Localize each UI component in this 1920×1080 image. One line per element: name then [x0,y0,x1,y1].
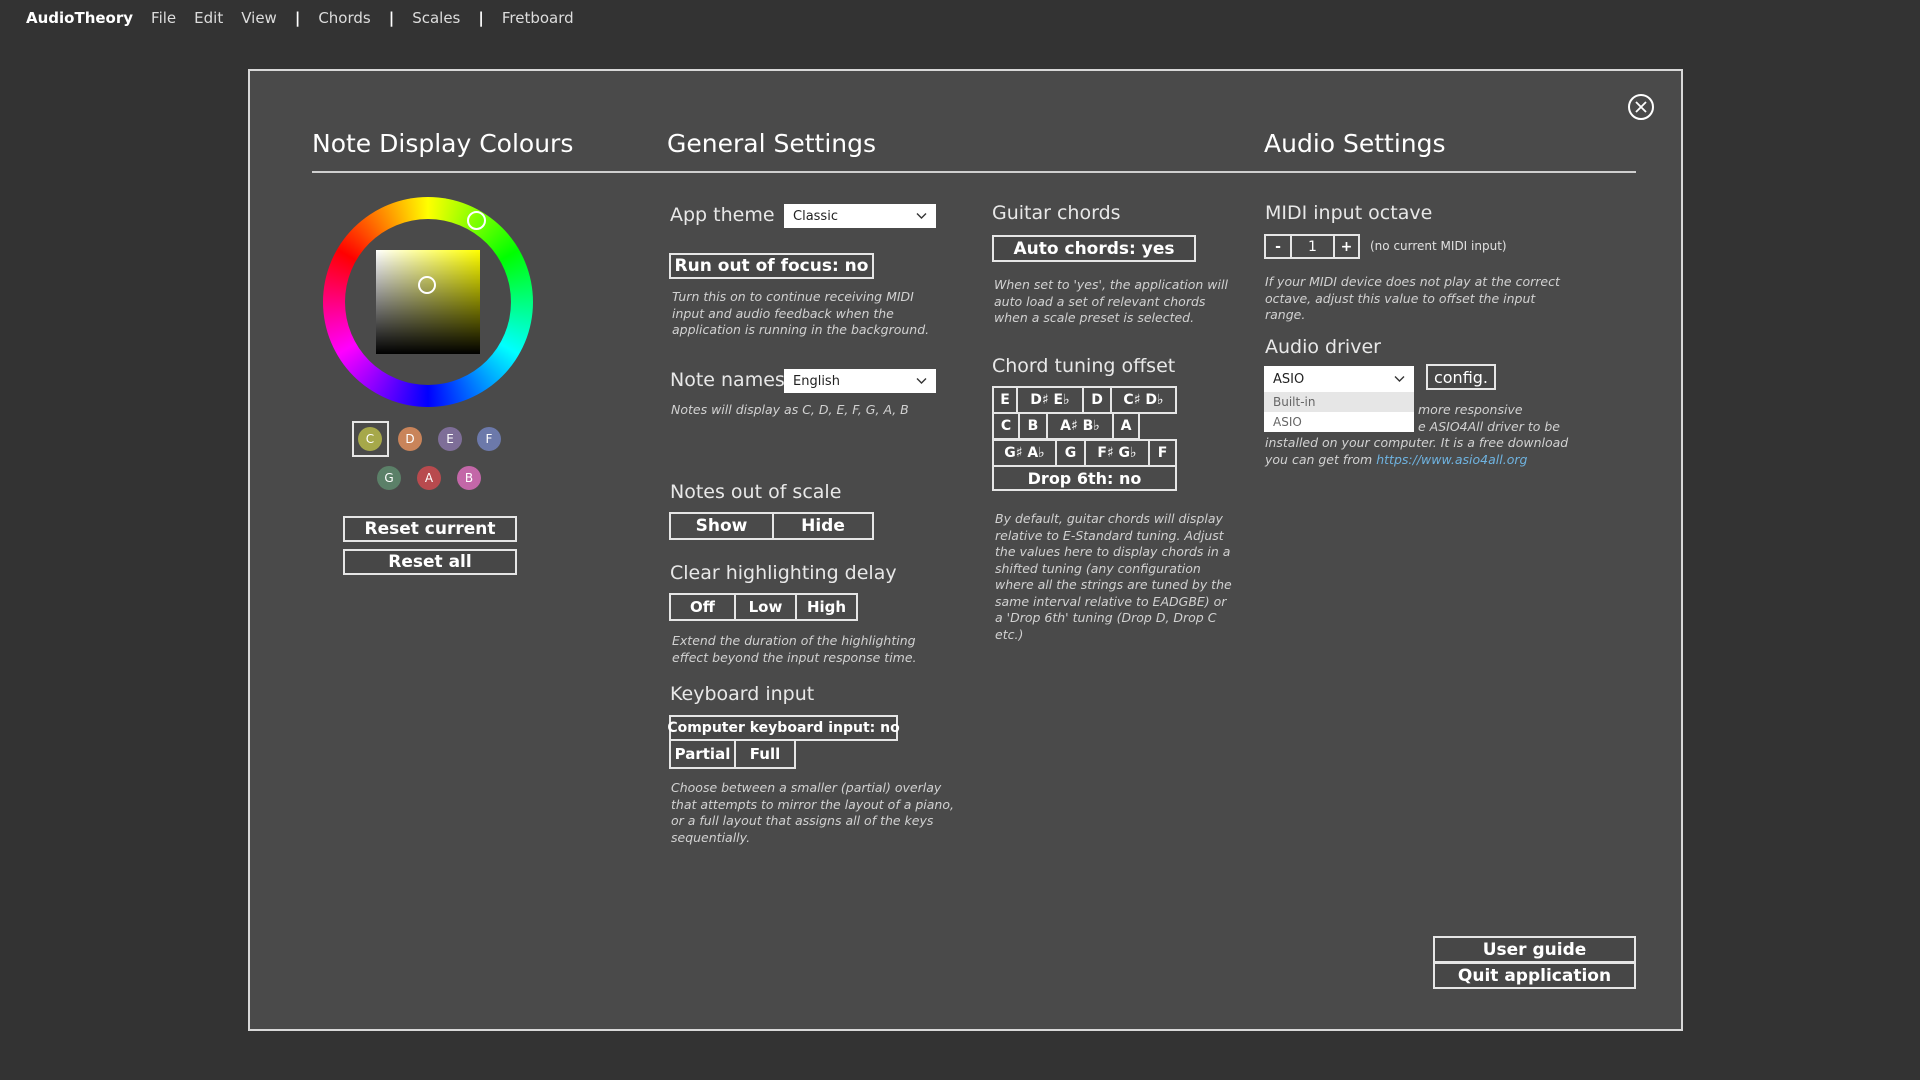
auto-chords-description: When set to 'yes', the application will … [994,277,1228,325]
menu-fretboard[interactable]: Fretboard [502,9,574,27]
tuning-f-sharp[interactable]: F♯ G♭ [1084,439,1150,467]
delay-off-option[interactable]: Off [671,595,734,619]
auto-chords-toggle[interactable]: Auto chords: yes [992,235,1196,262]
note-names-select[interactable]: English [784,369,936,393]
audio-driver-value: ASIO [1273,371,1305,387]
partial-option[interactable]: Partial [671,741,734,767]
chevron-down-icon [916,213,927,219]
tuning-c[interactable]: C [992,412,1020,440]
tuning-g[interactable]: G [1055,439,1086,467]
midi-octave-label: MIDI input octave [1265,202,1433,224]
show-option[interactable]: Show [671,514,772,538]
driver-option-asio[interactable]: ASIO [1264,412,1414,432]
clear-delay-description: Extend the duration of the highlighting … [672,633,917,665]
tuning-f[interactable]: F [1148,439,1177,467]
swatch-c[interactable]: C [358,427,382,451]
tuning-c-sharp[interactable]: C♯ D♭ [1110,386,1177,414]
menu-bar: AudioTheory File Edit View | Chords | Sc… [0,0,1920,36]
octave-decrement-button[interactable]: - [1266,236,1290,257]
tuning-d[interactable]: D [1082,386,1112,414]
menu-chords[interactable]: Chords [318,9,370,27]
app-theme-select[interactable]: Classic [784,204,936,228]
keyboard-layout-toggle: Partial Full [669,741,796,769]
run-out-of-focus-description: Turn this on to continue receiving MIDI … [672,289,930,337]
tuning-g-sharp[interactable]: G♯ A♭ [992,439,1057,467]
delay-high-option[interactable]: High [795,595,856,619]
octave-increment-button[interactable]: + [1333,236,1358,257]
run-out-of-focus-toggle[interactable]: Run out of focus: no [669,253,874,279]
audio-settings-title: Audio Settings [1264,129,1446,158]
audio-driver-dropdown: Built-in ASIO [1264,392,1414,432]
audio-driver-label: Audio driver [1265,336,1381,358]
driver-option-builtin[interactable]: Built-in [1264,392,1414,412]
menu-view[interactable]: View [241,9,277,27]
quit-application-button[interactable]: Quit application [1433,962,1636,989]
hide-option[interactable]: Hide [772,514,872,538]
chord-tuning-description: By default, guitar chords will display r… [995,511,1232,642]
swatch-e[interactable]: E [438,427,462,451]
menu-scales[interactable]: Scales [412,9,460,27]
drop-6th-toggle[interactable]: Drop 6th: no [992,465,1177,491]
asio4all-link[interactable]: https://www.asio4all.org [1376,452,1527,467]
clear-delay-label: Clear highlighting delay [670,562,897,584]
chevron-down-icon [916,378,927,384]
chord-tuning-label: Chord tuning offset [992,355,1176,377]
tuning-a-sharp[interactable]: A♯ B♭ [1046,412,1114,440]
keyboard-input-label: Keyboard input [670,683,815,705]
note-names-value: English [793,373,840,389]
full-option[interactable]: Full [734,741,794,767]
swatch-d[interactable]: D [398,427,422,451]
config-button[interactable]: config. [1426,364,1496,390]
audio-driver-select[interactable]: ASIO [1264,366,1414,392]
header-divider [312,171,1636,173]
driver-desc-prefix: you can get from [1265,451,1377,467]
menu-file[interactable]: File [151,9,176,27]
reset-current-button[interactable]: Reset current [343,516,517,542]
chevron-down-icon [1394,376,1405,382]
swatch-f[interactable]: F [477,427,501,451]
general-settings-title: General Settings [667,129,877,158]
octave-value: 1 [1290,236,1333,257]
menu-separator: | [388,9,395,27]
tuning-b[interactable]: B [1018,412,1048,440]
driver-desc-line: installed on your computer. It is a free… [1265,435,1569,450]
app-theme-value: Classic [793,208,838,224]
app-brand: AudioTheory [26,9,134,27]
midi-octave-stepper: - 1 + [1264,234,1360,259]
note-names-description: Notes will display as C, D, E, F, G, A, … [671,402,909,417]
swatch-a[interactable]: A [417,466,441,490]
hue-handle[interactable] [467,211,486,230]
reset-all-button[interactable]: Reset all [343,549,517,575]
driver-desc-line: you can get from https://www.asio4all.or… [1265,452,1575,469]
menu-separator: | [478,9,484,27]
midi-status: (no current MIDI input) [1370,239,1507,253]
swatch-b[interactable]: B [457,466,481,490]
note-colours-title: Note Display Colours [312,129,574,158]
guitar-chords-label: Guitar chords [992,202,1121,224]
tuning-a[interactable]: A [1112,412,1140,440]
tuning-e[interactable]: E [992,386,1018,414]
clear-delay-toggle: Off Low High [669,593,858,621]
keyboard-input-description: Choose between a smaller (partial) overl… [671,780,954,845]
notes-out-of-scale-label: Notes out of scale [670,481,842,503]
color-handle[interactable] [418,276,436,294]
notes-out-of-scale-toggle: Show Hide [669,512,874,540]
delay-low-option[interactable]: Low [734,595,795,619]
close-button[interactable] [1628,94,1654,120]
menu-separator: | [294,9,301,27]
menu-edit[interactable]: Edit [194,9,223,27]
close-icon [1635,101,1647,113]
app-theme-label: App theme [670,204,775,226]
tuning-d-sharp[interactable]: D♯ E♭ [1016,386,1084,414]
user-guide-button[interactable]: User guide [1433,936,1636,963]
note-names-label: Note names [670,369,785,391]
keyboard-input-toggle[interactable]: Computer keyboard input: no [667,715,900,741]
swatch-g[interactable]: G [377,466,401,490]
midi-octave-description: If your MIDI device does not play at the… [1265,274,1560,322]
saturation-value-square[interactable] [376,250,480,354]
